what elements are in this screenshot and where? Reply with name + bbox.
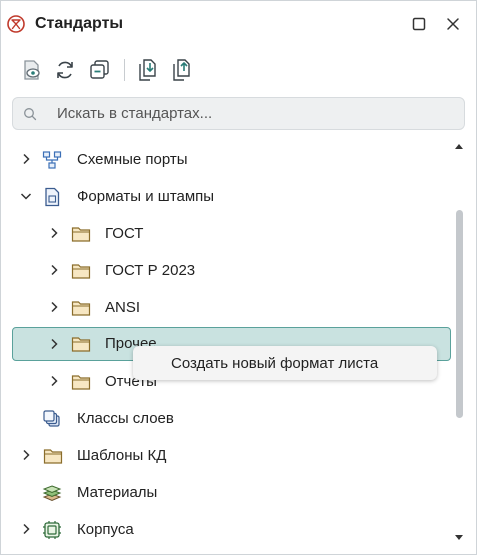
tree-item-ansi[interactable]: ANSI	[12, 291, 451, 324]
folder-icon	[71, 264, 91, 279]
document-icon	[45, 187, 60, 207]
chevron-right-icon[interactable]	[20, 153, 32, 165]
tree-item-circuit-ports[interactable]: Схемные порты	[12, 143, 451, 176]
tree-item-materials[interactable]: Материалы	[12, 476, 451, 509]
scroll-down-icon[interactable]	[454, 534, 464, 542]
tree-item-label: Шаблоны КД	[77, 447, 167, 464]
tree-item-label: Классы слоев	[77, 410, 174, 427]
tree-item-gost-r-2023[interactable]: ГОСТ Р 2023	[12, 254, 451, 287]
export-icon[interactable]	[169, 57, 195, 83]
folder-icon	[71, 337, 91, 352]
tree-item-gost[interactable]: ГОСТ	[12, 217, 451, 250]
chevron-right-icon[interactable]	[48, 264, 60, 276]
search-input[interactable]	[57, 98, 457, 129]
folder-icon	[71, 227, 91, 242]
chevron-right-icon[interactable]	[48, 227, 60, 239]
standards-panel: Стандарты Искать в стандартах... Схемные…	[0, 0, 477, 555]
context-menu: Создать новый формат листа	[133, 346, 437, 380]
tree-item-formats-and-stamps[interactable]: Форматы и штампы	[12, 180, 451, 213]
toolbar	[1, 53, 476, 89]
refresh-icon[interactable]	[52, 57, 78, 83]
context-menu-item-create-sheet-format[interactable]: Создать новый формат листа	[171, 355, 378, 372]
tree-item-label: Форматы и штампы	[77, 188, 215, 205]
tree-item-kd-templates[interactable]: Шаблоны КД	[12, 439, 451, 472]
close-icon[interactable]	[443, 14, 463, 34]
chevron-right-icon[interactable]	[20, 449, 32, 461]
tree-item-packages[interactable]: Корпуса	[12, 513, 451, 546]
view-icon[interactable]	[19, 57, 45, 83]
folder-icon	[71, 301, 91, 316]
tree-item-label: Корпуса	[77, 521, 134, 538]
search-icon	[24, 108, 37, 121]
standards-app-icon	[7, 15, 25, 33]
chevron-right-icon[interactable]	[20, 523, 32, 535]
standards-tree: Схемные порты Форматы и штампы ГОСТ ГОСТ…	[1, 141, 451, 541]
network-ports-icon	[42, 151, 62, 169]
package-icon	[43, 521, 61, 539]
toolbar-separator	[124, 59, 125, 81]
import-icon[interactable]	[135, 57, 161, 83]
panel-title: Стандарты	[35, 15, 124, 32]
tree-item-label: ГОСТ	[105, 225, 144, 242]
layers-icon	[43, 410, 60, 427]
chevron-right-icon[interactable]	[48, 375, 60, 387]
collapse-icon[interactable]	[87, 57, 113, 83]
tree-item-label: Материалы	[77, 484, 158, 501]
search-box	[12, 97, 465, 130]
chevron-down-icon[interactable]	[20, 190, 32, 202]
materials-icon	[42, 485, 62, 502]
tree-item-label: Схемные порты	[77, 151, 188, 168]
scroll-up-icon[interactable]	[454, 142, 464, 150]
scrollbar-thumb[interactable]	[456, 210, 463, 418]
title-bar: Стандарты	[1, 1, 476, 47]
tree-item-layer-classes[interactable]: Классы слоев	[12, 402, 451, 435]
chevron-right-icon[interactable]	[48, 338, 60, 350]
folder-icon	[43, 449, 63, 464]
square-icon[interactable]	[409, 14, 429, 34]
tree-item-label: ГОСТ Р 2023	[105, 262, 196, 279]
tree-item-label: ANSI	[105, 299, 141, 316]
folder-icon	[71, 375, 91, 390]
chevron-right-icon[interactable]	[48, 301, 60, 313]
